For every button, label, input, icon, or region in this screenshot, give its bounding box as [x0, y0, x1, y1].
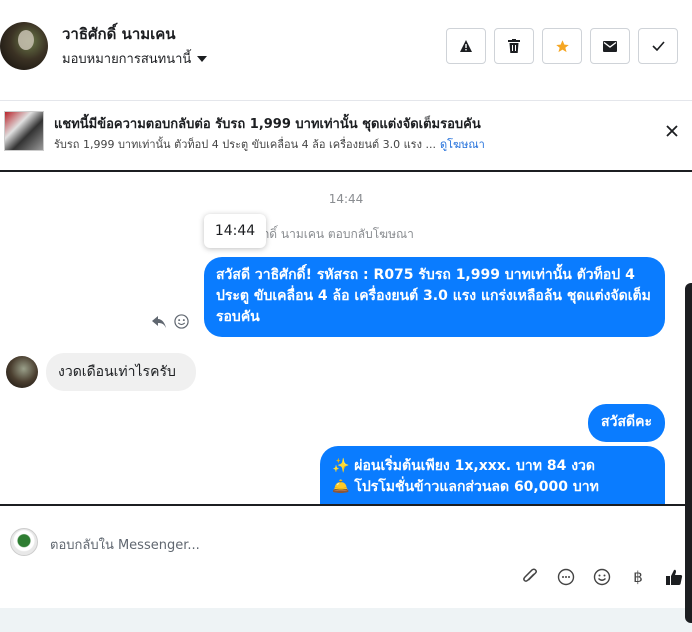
conversation-header: วาธิศักดิ์ นามเคน มอบหมายการสนทนานี้ — [0, 0, 692, 96]
baht-icon[interactable]: ฿ — [627, 566, 649, 588]
view-ad-link[interactable]: ดูโฆษณา — [440, 138, 485, 151]
warning-icon — [460, 40, 472, 52]
contact-name[interactable]: วาธิศักดิ์ นามเคน — [62, 22, 176, 46]
mark-done-button[interactable] — [638, 28, 678, 64]
assign-dropdown[interactable]: มอบหมายการสนทนานี้ — [62, 48, 208, 69]
side-panel-edge — [685, 283, 692, 623]
incoming-message[interactable]: งวดเดือนเท่าไรครับ — [46, 353, 196, 391]
header-actions — [446, 28, 678, 64]
reply-input[interactable]: ตอบกลับใน Messenger... — [50, 534, 200, 555]
message-actions — [152, 314, 189, 329]
emoji-icon[interactable] — [591, 566, 613, 588]
message-time-tooltip: 14:44 — [204, 214, 266, 248]
ad-subtitle-text: รับรถ 1,999 บาทเท่านั้น ตัวท็อป 4 ประตู … — [54, 138, 436, 151]
ad-reply-banner: แชทนี้มีข้อความตอบกลับต่อ รับรถ 1,999 บา… — [0, 100, 692, 172]
outgoing-message[interactable]: สวัสดีคะ — [588, 404, 665, 442]
check-icon — [651, 41, 665, 51]
message-line: 🛎️ โปรโมชั่นข้าวแลกส่วนลด 60,000 บาท — [332, 479, 599, 495]
ad-reply-note: กดิ์ นามเคน ตอบกลับโฆษณา — [262, 227, 414, 241]
contact-avatar[interactable] — [6, 356, 38, 388]
composer-toolbar: ฿ — [519, 566, 685, 588]
delete-button[interactable] — [494, 28, 534, 64]
timestamp: 14:44 — [328, 192, 364, 206]
attach-icon[interactable] — [519, 566, 541, 588]
outgoing-message[interactable]: สวัสดี วาธิศักดิ์! รหัสรถ : R075 รับรถ 1… — [204, 257, 665, 337]
trash-icon — [508, 39, 520, 53]
ad-title: แชทนี้มีข้อความตอบกลับต่อ รับรถ 1,999 บา… — [54, 117, 481, 132]
ad-thumbnail[interactable] — [4, 111, 44, 151]
ad-subtitle: รับรถ 1,999 บาทเท่านั้น ตัวท็อป 4 ประตู … — [54, 135, 485, 153]
outgoing-message[interactable]: ✨ ผ่อนเริ่มต้นเพียง 1x,xxx. บาท 84 งวด 🛎… — [320, 446, 665, 504]
message-thread[interactable]: 14:44 14:44 กดิ์ นามเคน ตอบกลับโฆษณา สวั… — [0, 174, 692, 504]
message-line: ✨ ผ่อนเริ่มต้นเพียง 1x,xxx. บาท 84 งวด — [332, 458, 595, 474]
caret-down-icon — [197, 55, 208, 62]
footer-strip — [0, 608, 692, 632]
page-avatar — [10, 528, 38, 556]
reply-composer: ตอบกลับใน Messenger... ฿ — [0, 504, 690, 596]
report-spam-button[interactable] — [446, 28, 486, 64]
close-icon[interactable] — [664, 123, 680, 139]
avatar[interactable] — [0, 22, 48, 70]
emoji-react-icon[interactable] — [174, 314, 189, 329]
star-icon — [555, 39, 569, 52]
reply-icon[interactable] — [152, 315, 166, 328]
thumbs-up-icon[interactable] — [663, 566, 685, 588]
star-button[interactable] — [542, 28, 582, 64]
messenger-inbox-view: วาธิศักดิ์ นามเคน มอบหมายการสนทนานี้ แชท… — [0, 0, 692, 632]
mail-icon — [603, 40, 617, 52]
assign-label: มอบหมายการสนทนานี้ — [62, 52, 192, 67]
mark-unread-button[interactable] — [590, 28, 630, 64]
chat-icon[interactable] — [555, 566, 577, 588]
